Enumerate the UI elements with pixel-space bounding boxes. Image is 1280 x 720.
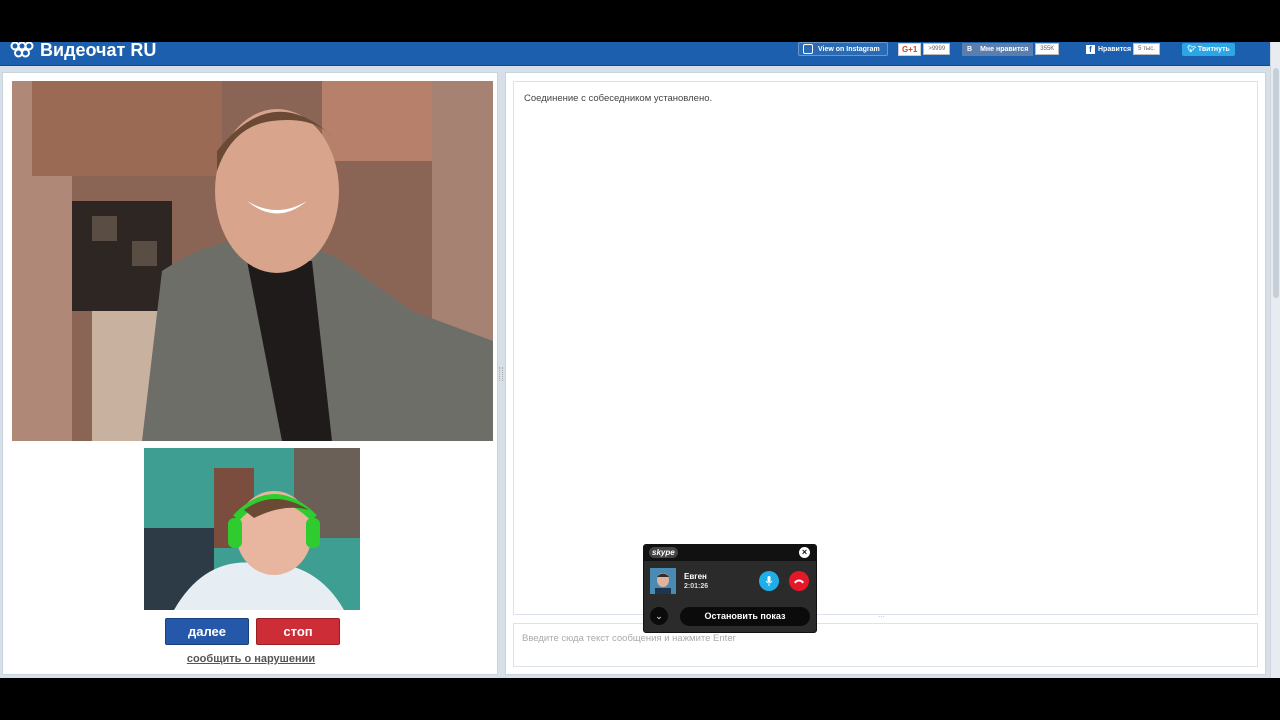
facebook-like-button[interactable]: f Нравится 5 тыс. (1086, 42, 1160, 56)
chat-message-input[interactable]: Введите сюда текст сообщения и нажмите E… (513, 623, 1258, 667)
remote-video (12, 81, 493, 441)
twitter-label: Твитнуть (1197, 45, 1230, 53)
microphone-button[interactable] (759, 571, 779, 591)
vk-icon: В (967, 45, 973, 53)
contact-name: Евген (684, 572, 707, 581)
chevron-down-icon[interactable]: ⌄ (650, 607, 668, 625)
twitter-icon: 🐦︎ (1187, 45, 1196, 53)
scrollbar-thumb[interactable] (1273, 68, 1279, 298)
avatar-image (650, 568, 676, 594)
twitter-tag: 🐦︎ Твитнуть (1182, 42, 1235, 56)
vk-label: Мне нравится (980, 45, 1029, 53)
logo-text: Видеочат RU (40, 42, 157, 60)
instagram-label: View on Instagram (818, 45, 880, 53)
gplus-count: >9999 (923, 43, 951, 55)
page-scrollbar[interactable] (1270, 42, 1280, 678)
fb-tag: f Нравится (1086, 43, 1131, 56)
vk-count: 355K (1035, 43, 1060, 55)
stop-sharing-button[interactable]: Остановить показ (680, 607, 810, 626)
logo-icon (10, 42, 34, 58)
facebook-icon: f (1086, 44, 1095, 54)
gplus-button[interactable]: G+1 >9999 (898, 42, 951, 56)
screen: Видеочат RU View on Instagram G+1 >9999 … (0, 0, 1280, 720)
chat-resize-handle[interactable]: ⋯ (878, 614, 892, 621)
chat-input-placeholder: Введите сюда текст сообщения и нажмите E… (522, 633, 736, 644)
twitter-button[interactable]: 🐦︎ Твитнуть (1182, 42, 1235, 56)
skype-call-widget: skype × Евген 2:01:26 ⌄ Остановить показ (643, 544, 817, 633)
stop-button[interactable]: стоп (256, 618, 340, 645)
vk-like-button[interactable]: В Мне нравится 355K (962, 42, 1060, 56)
skype-logo: skype (649, 547, 678, 558)
vk-tag: В Мне нравится (962, 42, 1034, 56)
local-video (144, 448, 360, 610)
chat-panel: Соединение с собеседником установлено. ⋯… (505, 72, 1266, 675)
phone-hangup-icon (794, 579, 804, 584)
panel-resize-handle[interactable] (499, 367, 503, 381)
chat-messages: Соединение с собеседником установлено. (513, 81, 1258, 615)
instagram-button[interactable]: View on Instagram (798, 42, 888, 56)
skype-header: skype × (644, 545, 816, 561)
videochat-page: Видеочат RU View on Instagram G+1 >9999 … (0, 42, 1280, 678)
fb-count: 5 тыс. (1133, 43, 1160, 55)
local-video-frame (144, 448, 360, 610)
top-bar: Видеочат RU View on Instagram G+1 >9999 … (0, 42, 1280, 66)
hang-up-button[interactable] (789, 571, 809, 591)
fb-label: Нравится (1098, 45, 1132, 53)
close-icon[interactable]: × (799, 547, 810, 558)
microphone-icon (765, 576, 773, 586)
chat-status-message: Соединение с собеседником установлено. (524, 93, 713, 104)
report-violation-link[interactable]: сообщить о нарушении (151, 653, 351, 665)
instagram-icon (803, 44, 813, 54)
call-duration: 2:01:26 (684, 583, 709, 590)
next-button[interactable]: далее (165, 618, 249, 645)
remote-video-frame (12, 81, 493, 441)
video-panel: далее стоп сообщить о нарушении (2, 72, 498, 675)
gplus-label: G+1 (898, 42, 922, 56)
site-logo[interactable]: Видеочат RU (10, 42, 156, 60)
avatar (650, 568, 676, 594)
